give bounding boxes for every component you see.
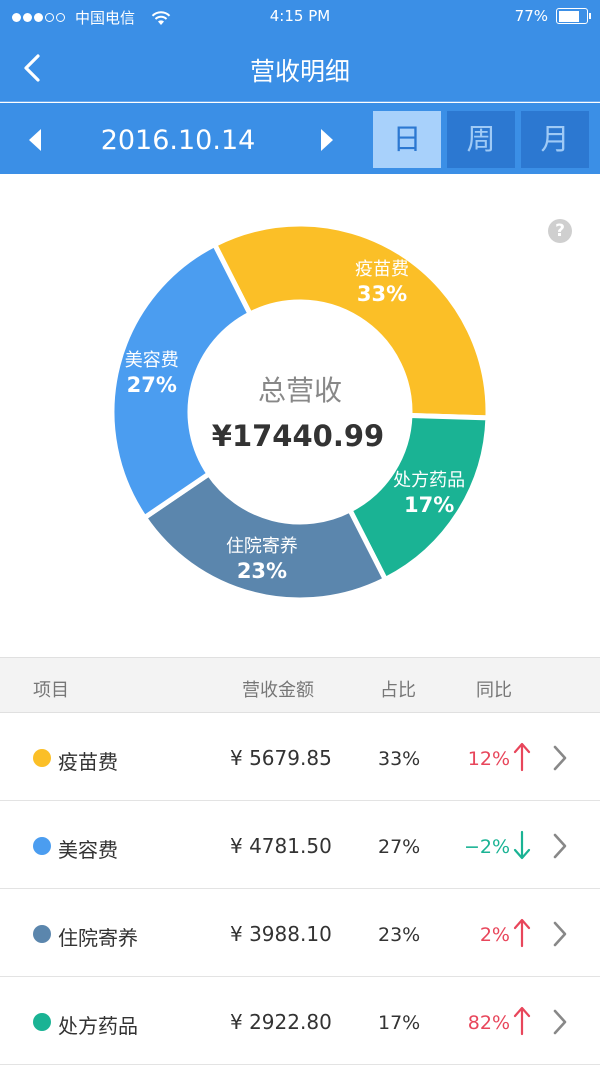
nav-bar: 营收明细 — [0, 34, 600, 102]
next-date-icon[interactable] — [316, 127, 336, 153]
chart-center-value: ¥17440.99 — [212, 419, 384, 453]
table-header: 项目 营收金额 占比 同比 — [0, 657, 600, 713]
chevron-right-icon[interactable] — [550, 744, 570, 772]
chevron-right-icon[interactable] — [550, 1008, 570, 1036]
status-bar: 中国电信 4:15 PM 77% — [0, 0, 600, 34]
category-dot — [33, 837, 51, 855]
row-ratio: 27% — [378, 836, 421, 858]
chevron-right-icon[interactable] — [550, 832, 570, 860]
tab-day[interactable]: 日 — [373, 111, 441, 168]
header-ratio: 占比 — [380, 680, 416, 701]
row-amount: ¥ 2922.80 — [230, 1010, 332, 1034]
table-row[interactable]: 处方药品 ¥ 2922.80 17% 82% — [0, 977, 600, 1065]
donut-slice-0 — [211, 221, 491, 421]
battery-icon — [556, 8, 591, 24]
chevron-right-icon[interactable] — [550, 920, 570, 948]
row-yoy: 12% — [467, 748, 510, 770]
row-yoy: −2% — [463, 836, 510, 858]
slice-name-label: 美容费 — [125, 350, 179, 371]
tab-month[interactable]: 月 — [521, 111, 589, 168]
slice-percent-label: 17% — [404, 493, 454, 517]
row-yoy: 2% — [479, 924, 510, 946]
tab-week[interactable]: 周 — [447, 111, 515, 168]
slice-percent-label: 33% — [357, 282, 407, 306]
row-ratio: 17% — [378, 1012, 421, 1034]
trend-down-icon — [513, 830, 531, 860]
current-date: 2016.10.14 — [100, 125, 256, 156]
trend-up-icon — [513, 918, 531, 948]
row-yoy: 82% — [467, 1012, 510, 1034]
page-title: 营收明细 — [249, 57, 350, 86]
chart-center-title: 总营收 — [258, 374, 342, 407]
slice-name-label: 处方药品 — [393, 470, 465, 491]
header-item: 项目 — [33, 680, 69, 701]
slice-name-label: 疫苗费 — [355, 259, 409, 280]
status-time: 4:15 PM — [269, 7, 331, 25]
row-amount: ¥ 3988.10 — [230, 922, 332, 946]
table-row[interactable]: 住院寄养 ¥ 3988.10 23% 2% — [0, 889, 600, 977]
revenue-donut-chart: 疫苗费33% 处方药品17% 住院寄养23% 美容费27% 总营收 ¥17440.99 — [109, 221, 491, 603]
battery-percent: 77% — [514, 7, 548, 25]
slice-percent-label: 27% — [127, 373, 177, 397]
slice-name-label: 住院寄养 — [226, 536, 298, 557]
header-yoy: 同比 — [476, 680, 512, 701]
row-name: 住院寄养 — [58, 926, 138, 950]
previous-date-icon[interactable] — [26, 127, 46, 153]
header-amount: 营收金额 — [242, 680, 314, 701]
category-dot — [33, 1013, 51, 1031]
row-name: 美容费 — [58, 838, 118, 862]
category-dot — [33, 925, 51, 943]
row-name: 处方药品 — [58, 1014, 138, 1038]
category-dot — [33, 749, 51, 767]
row-ratio: 33% — [378, 748, 421, 770]
date-bar: 2016.10.14 日 周 月 — [0, 103, 600, 174]
table-row[interactable]: 疫苗费 ¥ 5679.85 33% 12% — [0, 713, 600, 801]
trend-up-icon — [513, 742, 531, 772]
row-name: 疫苗费 — [58, 750, 118, 774]
row-amount: ¥ 5679.85 — [230, 746, 332, 770]
slice-percent-label: 23% — [237, 559, 287, 583]
trend-up-icon — [513, 1006, 531, 1036]
row-ratio: 23% — [378, 924, 421, 946]
row-amount: ¥ 4781.50 — [230, 834, 332, 858]
status-right: 77% — [514, 7, 591, 25]
table-row[interactable]: 美容费 ¥ 4781.50 27% −2% — [0, 801, 600, 889]
